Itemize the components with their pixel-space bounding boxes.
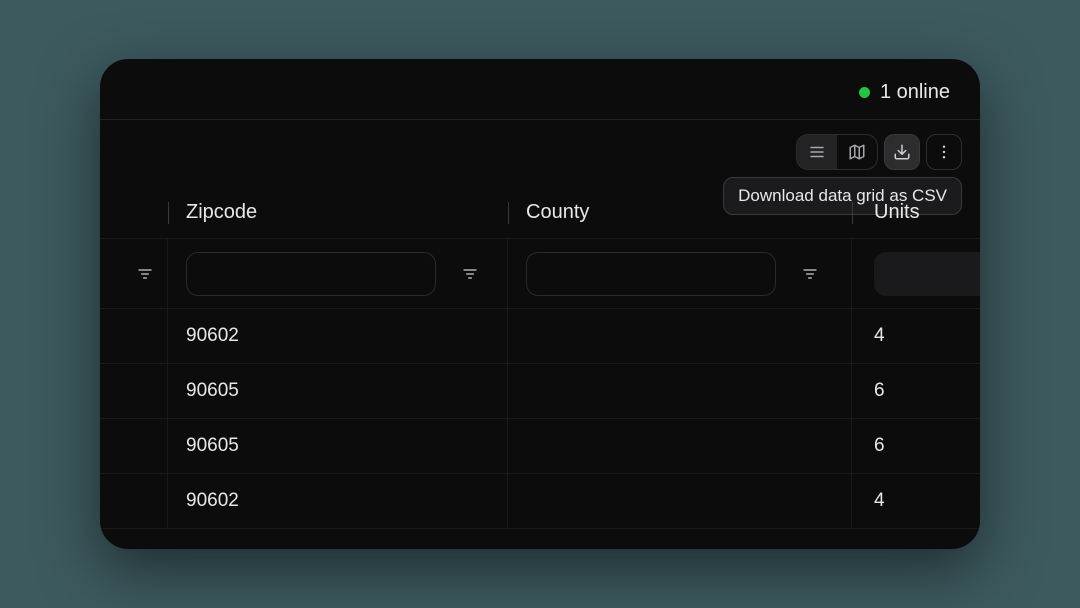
cell-zipcode: 90602: [186, 325, 239, 347]
more-options-button[interactable]: [926, 134, 962, 170]
table-row[interactable]: 90605 6: [100, 364, 980, 419]
more-vertical-icon: [935, 143, 953, 161]
divider: [100, 119, 980, 120]
cell-units: 4: [874, 325, 885, 347]
app-window: 1 online: [100, 59, 980, 549]
filter-icon[interactable]: [802, 266, 818, 282]
cell-units: 4: [874, 490, 885, 512]
map-view-button[interactable]: [837, 135, 877, 169]
zipcode-filter-input[interactable]: [186, 252, 436, 296]
column-header-county[interactable]: County: [526, 201, 589, 224]
status-dot-icon: [859, 87, 870, 98]
download-icon: [893, 143, 911, 161]
cell-zipcode: 90602: [186, 490, 239, 512]
table-row[interactable]: 90602 4: [100, 474, 980, 529]
presence-status: 1 online: [859, 81, 950, 104]
cell-zipcode: 90605: [186, 435, 239, 457]
column-header-units[interactable]: Units: [874, 201, 920, 224]
units-filter-input[interactable]: [874, 252, 980, 296]
cell-units: 6: [874, 380, 885, 402]
filter-icon[interactable]: [462, 266, 478, 282]
list-icon: [808, 143, 826, 161]
toolbar: [796, 134, 962, 170]
grid-filter-row: [100, 239, 980, 309]
data-grid: Zipcode County Units: [100, 187, 980, 549]
table-row[interactable]: 90605 6: [100, 419, 980, 474]
online-count: 1 online: [880, 81, 950, 104]
download-csv-button[interactable]: [884, 134, 920, 170]
grid-header-row: Zipcode County Units: [100, 187, 980, 239]
view-toggle: [796, 134, 878, 170]
list-view-button[interactable]: [797, 135, 837, 169]
cell-units: 6: [874, 435, 885, 457]
county-filter-input[interactable]: [526, 252, 776, 296]
cell-zipcode: 90605: [186, 380, 239, 402]
filter-icon[interactable]: [137, 266, 153, 282]
table-row[interactable]: 90602 4: [100, 309, 980, 364]
column-header-zipcode[interactable]: Zipcode: [186, 201, 257, 224]
map-icon: [848, 143, 866, 161]
